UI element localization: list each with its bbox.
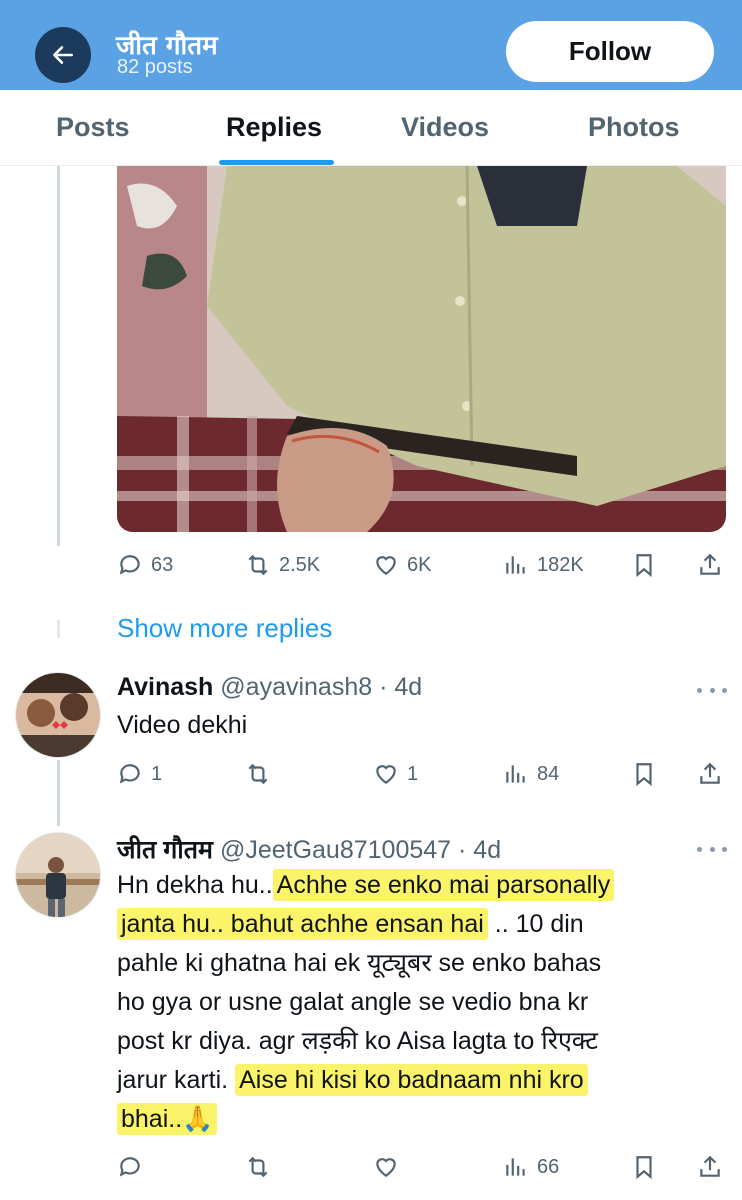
repost-button[interactable]: 2.5K [245, 545, 320, 585]
bookmark-icon [636, 554, 652, 578]
views-icon [506, 1158, 525, 1176]
reply-count: 63 [151, 553, 174, 576]
like-count: 1 [407, 762, 419, 785]
post-actions: 63 2.5K 6K 182K [117, 545, 727, 585]
views-button[interactable]: 182K [503, 545, 584, 585]
avatar-image [16, 833, 100, 917]
show-more-replies-link[interactable]: Show more replies [117, 613, 332, 644]
reply-text: Hn dekha hu.. Achhe se enko mai parsonall… [117, 866, 717, 1139]
like-icon [376, 1158, 396, 1177]
views-count: 182K [537, 553, 584, 576]
views-icon [506, 765, 525, 783]
post-count: 82 posts [117, 56, 193, 78]
like-button[interactable] [373, 1147, 399, 1187]
text-line: pahle ki ghatna hai ek यूट्यूबर se enko … [117, 949, 602, 977]
video-thumbnail[interactable] [117, 166, 726, 532]
reply-author-name[interactable]: जीत गौतम [117, 836, 213, 864]
bookmark-button[interactable] [631, 754, 657, 794]
highlighted-text: Aise hi kisi ko badnaam nhi kro [235, 1064, 588, 1096]
highlighted-text: janta hu.. bahut achhe ensan hai [117, 908, 488, 940]
repost-count: 2.5K [279, 553, 321, 576]
profile-tabs: Posts Replies Videos Photos [0, 90, 742, 166]
share-icon [700, 1155, 720, 1177]
highlighted-text: Achhe se enko mai parsonally [272, 869, 615, 901]
back-button[interactable] [35, 27, 91, 83]
bookmark-icon [636, 763, 652, 787]
reply-icon [119, 555, 140, 575]
tab-replies[interactable]: Replies [226, 112, 322, 143]
back-arrow-icon [53, 46, 73, 64]
reply-button[interactable]: 1 [117, 754, 162, 794]
avatar-image [16, 673, 100, 757]
tab-photos[interactable]: Photos [588, 112, 680, 143]
reply-time: · 4d [458, 836, 502, 864]
views-icon [506, 556, 525, 574]
reply-author-name[interactable]: Avinash [117, 673, 213, 701]
views-count: 66 [537, 1155, 560, 1178]
video-frame-image [117, 166, 726, 532]
text-line: jarur karti. Aise hi kisi ko badnaam nhi… [117, 1061, 717, 1100]
reply-actions: 66 [117, 1147, 727, 1187]
more-icon[interactable] [697, 844, 727, 854]
share-button[interactable] [697, 1147, 723, 1187]
like-icon [376, 556, 396, 575]
profile-header: जीत गौतम 82 posts Follow [0, 0, 742, 90]
thread-line [57, 760, 60, 826]
views-button[interactable]: 84 [503, 754, 559, 794]
reply-author-handle[interactable]: @ayavinash8 [220, 673, 372, 701]
views-count: 84 [537, 762, 560, 785]
thread-line-dotted [57, 620, 60, 638]
reply-count: 1 [151, 762, 163, 785]
like-button[interactable]: 1 [373, 754, 418, 794]
bookmark-button[interactable] [631, 545, 657, 585]
repost-button[interactable] [245, 754, 271, 794]
text-line: post kr diya. agr लड़की ko Aisa lagta to… [117, 1027, 598, 1055]
reply-button[interactable]: 63 [117, 545, 173, 585]
repost-icon [248, 1156, 268, 1178]
more-icon[interactable] [697, 685, 727, 695]
repost-icon [248, 554, 268, 576]
reply-header: जीत गौतम @JeetGau87100547 · 4d [117, 832, 501, 866]
text-segment: .. 10 din [487, 910, 584, 938]
reply-text: Video dekhi [117, 711, 248, 739]
reply-header: Avinash @ayavinash8 · 4d [117, 673, 422, 702]
share-icon [700, 553, 720, 575]
share-icon [700, 762, 720, 784]
reply-actions: 1 1 84 [117, 754, 727, 794]
bookmark-icon [636, 1156, 652, 1180]
text-segment: jarur karti. [117, 1066, 236, 1094]
repost-icon [248, 763, 268, 785]
highlighted-text: bhai..🙏 [117, 1103, 218, 1135]
text-line: ho gya or usne galat angle se vedio bna … [117, 988, 589, 1016]
thread-line [57, 166, 60, 546]
reply-button[interactable] [117, 1147, 143, 1187]
like-count: 6K [407, 553, 432, 576]
text-segment: Hn dekha hu.. [117, 871, 273, 899]
like-button[interactable]: 6K [373, 545, 431, 585]
share-button[interactable] [697, 754, 723, 794]
avatar[interactable] [15, 672, 101, 758]
repost-button[interactable] [245, 1147, 271, 1187]
reply-icon [119, 764, 140, 784]
bookmark-button[interactable] [631, 1147, 657, 1187]
share-button[interactable] [697, 545, 723, 585]
reply-author-handle[interactable]: @JeetGau87100547 [220, 836, 451, 864]
text-line: Hn dekha hu.. Achhe se enko mai parsonall… [117, 866, 717, 905]
avatar[interactable] [15, 832, 101, 918]
reply-icon [119, 1157, 140, 1177]
like-icon [376, 765, 396, 784]
tab-posts[interactable]: Posts [56, 112, 130, 143]
active-tab-indicator [219, 160, 334, 165]
text-line: bhai..🙏 [117, 1100, 717, 1139]
tab-videos[interactable]: Videos [401, 112, 489, 143]
reply-time: · 4d [379, 673, 423, 701]
text-line: janta hu.. bahut achhe ensan hai .. 10 d… [117, 905, 717, 944]
follow-button[interactable]: Follow [506, 21, 714, 82]
views-button[interactable]: 66 [503, 1147, 559, 1187]
